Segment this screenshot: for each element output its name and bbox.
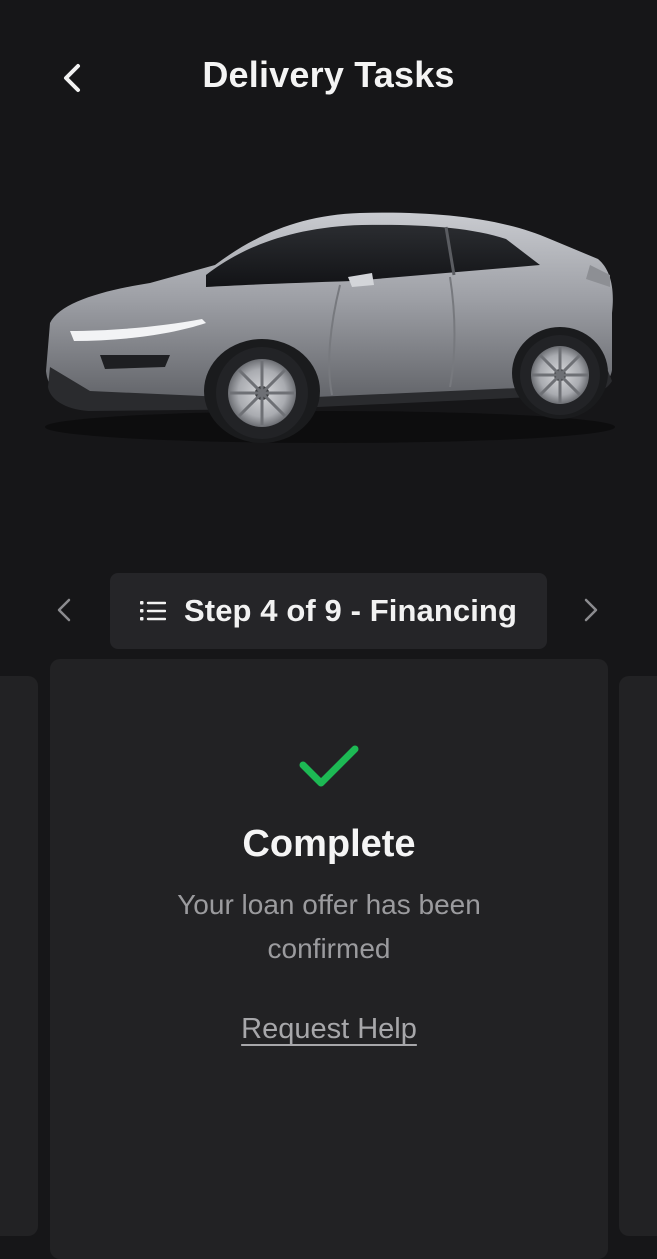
list-icon [140, 601, 166, 621]
next-task-card[interactable] [619, 676, 657, 1236]
page-title: Delivery Tasks [202, 54, 455, 95]
next-step-button[interactable] [573, 592, 609, 628]
previous-task-card[interactable] [0, 676, 38, 1236]
previous-step-button[interactable] [46, 592, 82, 628]
status-title: Complete [242, 823, 416, 865]
request-help-link[interactable]: Request Help [50, 1013, 608, 1046]
status-message: Your loan offer has been confirmed [177, 889, 481, 964]
checkmark-icon [299, 745, 359, 787]
step-navigator: Step 4 of 9 - Financing [0, 572, 657, 650]
car-image [30, 195, 630, 465]
chevron-left-icon [57, 598, 71, 622]
chevron-right-icon [584, 598, 598, 622]
step-selector[interactable]: Step 4 of 9 - Financing [110, 573, 547, 649]
header: Delivery Tasks [0, 0, 657, 160]
task-card: Complete Your loan offer has been confir… [50, 659, 608, 1259]
step-label: Step 4 of 9 - Financing [184, 593, 517, 628]
